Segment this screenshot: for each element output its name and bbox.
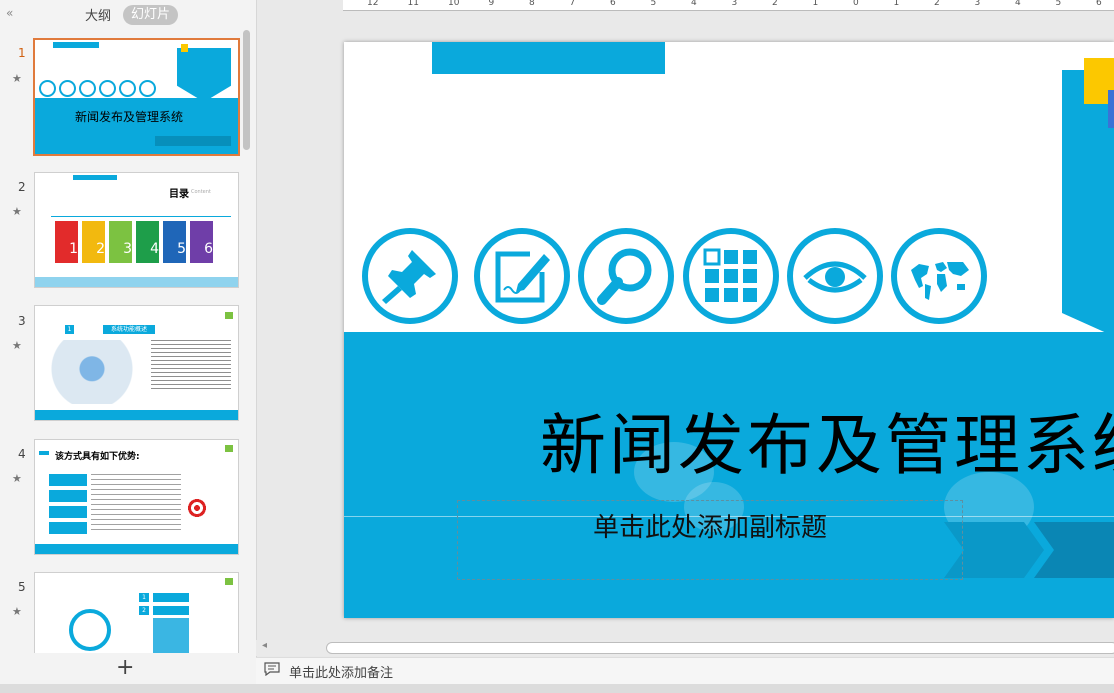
slide-title[interactable]: 新闻发布及管理系统 [540,392,1114,488]
status-bar [0,684,1114,693]
thumb-item: 6 [190,221,213,263]
chevron-arrow [1034,522,1114,578]
thumb-title: 目录 [169,189,189,200]
ruler-tick-label: 2 [772,0,778,8]
horizontal-ruler: 12 11 10 9 8 7 6 5 4 3 2 1 0 1 2 3 4 5 6 [343,0,1114,11]
ruler-tick-label: 11 [407,0,419,8]
decor-blue-square [1108,90,1114,128]
thumb-subtitle: Content [191,189,211,195]
ruler-tick-label: 2 [934,0,940,8]
search-icon [578,228,674,324]
notes-placeholder[interactable]: 单击此处添加备注 [289,662,393,681]
ruler-tick-label: 3 [731,0,738,8]
ruler-tick-label: 6 [1096,0,1102,8]
collapse-panel-icon[interactable]: « [6,6,13,20]
thumb-item: 2 [82,221,105,263]
slide-thumbnail-2[interactable]: 目录 Content 1 2 3 4 5 6 [34,172,239,288]
world-map-icon [891,228,987,324]
star-icon: ★ [12,205,22,218]
ruler-tick-label: 0 [853,0,859,8]
subtitle-placeholder[interactable]: 单击此处添加副标题 [457,500,963,580]
thumb-index: 1 [65,325,74,334]
thumb-header: 系统功能概述 [103,325,155,334]
thumb-title: 该方式具有如下优势: [55,452,140,462]
ruler-tick-label: 5 [650,0,657,8]
tab-outline[interactable]: 大纲 [78,5,118,24]
scroll-left-arrow-icon[interactable]: ◂ [262,640,267,651]
slide-number: 2 [18,180,26,194]
slide-number: 5 [18,580,26,594]
ruler-tick-label: 4 [691,0,697,8]
star-icon: ★ [12,472,22,485]
thumb-row: 2 [139,606,149,615]
ruler-tick-label: 6 [610,0,616,8]
decor-banner [1062,70,1114,340]
thumb-item: 4 [136,221,159,263]
ruler-tick-label: 12 [367,0,379,8]
slide-canvas[interactable]: 新闻发布及管理系统 单击此处添加副标题 [344,42,1114,618]
pushpin-icon [362,228,458,324]
star-icon: ★ [12,72,22,85]
ruler-tick-label: 5 [1055,0,1062,8]
slide-thumbnail-4[interactable]: 该方式具有如下优势: [34,439,239,555]
slide-thumbnail-5[interactable]: 1 2 [34,572,239,653]
slide-number: 3 [18,314,26,328]
ruler-tick-label: 1 [893,0,900,8]
thumb-item: 3 [109,221,132,263]
horizontal-scrollbar[interactable] [326,642,1114,654]
decor-top-bar [432,42,665,74]
add-slide-button[interactable]: + [116,655,134,680]
eye-icon [787,228,883,324]
star-icon: ★ [12,605,22,618]
thumb-title: 新闻发布及管理系统 [75,110,184,124]
slide-thumbnail-1[interactable]: 新闻发布及管理系统 [33,38,240,156]
slide-number: 4 [18,447,26,461]
panel-scrollbar[interactable] [243,30,250,150]
comment-icon [264,662,280,676]
thumb-item: 5 [163,221,186,263]
tab-slides[interactable]: 幻灯片 [123,5,178,25]
ruler-tick-label: 3 [974,0,981,8]
grid-icon [683,228,779,324]
subtitle-text: 单击此处添加副标题 [592,513,827,543]
ruler-tick-label: 7 [569,0,576,8]
slide-thumbnail-3[interactable]: 1 系统功能概述 [34,305,239,421]
slide-number: 1 [18,46,26,60]
ruler-tick-label: 8 [529,0,535,8]
ruler-tick-label: 9 [488,0,495,8]
ruler-tick-label: 10 [448,0,460,8]
ruler-tick-label: 4 [1015,0,1021,8]
edit-note-icon [474,228,570,324]
thumb-row: 1 [139,593,149,602]
thumb-item: 1 [55,221,78,263]
star-icon: ★ [12,339,22,352]
ruler-tick-label: 1 [812,0,819,8]
slide-panel: « 大纲 幻灯片 1 ★ 新闻发布及管理系统 2 ★ 目录 Content 1 … [0,0,257,693]
